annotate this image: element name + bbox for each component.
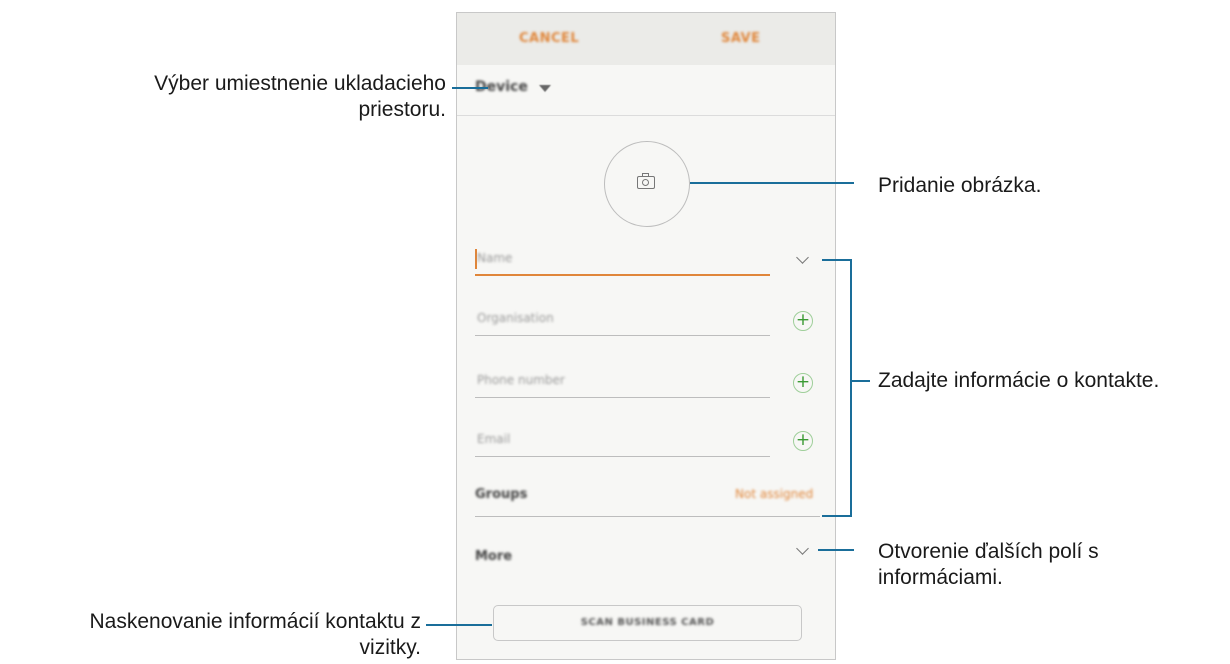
- groups-label[interactable]: Groups: [475, 487, 527, 502]
- save-button[interactable]: SAVE: [721, 31, 760, 46]
- callout-bracket-pointer: [850, 380, 870, 382]
- email-field[interactable]: [475, 456, 770, 457]
- chevron-down-icon[interactable]: [796, 542, 809, 555]
- callout-bracket-top: [822, 259, 852, 261]
- callout-line-more: [818, 549, 854, 551]
- callout-bracket-bottom: [822, 515, 852, 517]
- annotation-picture: Pridanie obrázka.: [878, 174, 1042, 197]
- plus-circle-icon[interactable]: +: [793, 431, 813, 451]
- callout-line-storage: [452, 87, 488, 89]
- annotation-storage-line2: priestoru.: [358, 98, 446, 121]
- phone-field-placeholder: Phone number: [477, 373, 565, 387]
- annotation-more-line1: Otvorenie ďalších polí s: [878, 540, 1099, 563]
- annotation-scan-line1: Naskenovanie informácií kontaktu z: [89, 610, 422, 633]
- cancel-button[interactable]: CANCEL: [519, 31, 579, 46]
- annotation-storage-line1: Výber umiestnenie ukladacieho: [154, 72, 446, 95]
- chevron-down-icon[interactable]: [796, 251, 809, 264]
- name-field[interactable]: [475, 274, 770, 276]
- divider: [475, 516, 820, 517]
- organization-field-placeholder: Organisation: [477, 311, 554, 325]
- scan-business-card-button[interactable]: SCAN BUSINESS CARD: [493, 605, 802, 641]
- phone-screen: CANCEL SAVE Device Name Organisation + P…: [456, 12, 836, 660]
- camera-icon: [637, 173, 655, 189]
- email-field-placeholder: Email: [477, 432, 511, 446]
- organization-field[interactable]: [475, 335, 770, 336]
- divider: [457, 115, 835, 116]
- scan-button-label: SCAN BUSINESS CARD: [580, 617, 715, 628]
- dropdown-arrow-icon[interactable]: [539, 85, 551, 92]
- more-label[interactable]: More: [475, 549, 512, 564]
- callout-line-scan: [426, 624, 492, 626]
- add-picture-button[interactable]: [604, 141, 690, 227]
- annotation-scan-line2: vizitky.: [359, 636, 421, 659]
- phone-number-field[interactable]: [475, 397, 770, 398]
- annotation-more: Otvorenie ďalších polí s informáciami.: [878, 539, 1099, 591]
- annotation-more-line2: informáciami.: [878, 566, 1003, 589]
- annotation-scan: Naskenovanie informácií kontaktu z vizit…: [90, 609, 422, 661]
- action-bar: CANCEL SAVE: [457, 13, 835, 65]
- name-field-placeholder: Name: [477, 251, 513, 265]
- plus-circle-icon[interactable]: +: [793, 311, 813, 331]
- callout-bracket-vertical: [850, 259, 852, 517]
- callout-line-picture: [690, 182, 854, 184]
- groups-value[interactable]: Not assigned: [735, 487, 813, 501]
- plus-circle-icon[interactable]: +: [793, 373, 813, 393]
- annotation-storage: Výber umiestnenie ukladacieho priestoru.: [154, 71, 446, 123]
- annotation-contact-info: Zadajte informácie o kontakte.: [878, 369, 1160, 392]
